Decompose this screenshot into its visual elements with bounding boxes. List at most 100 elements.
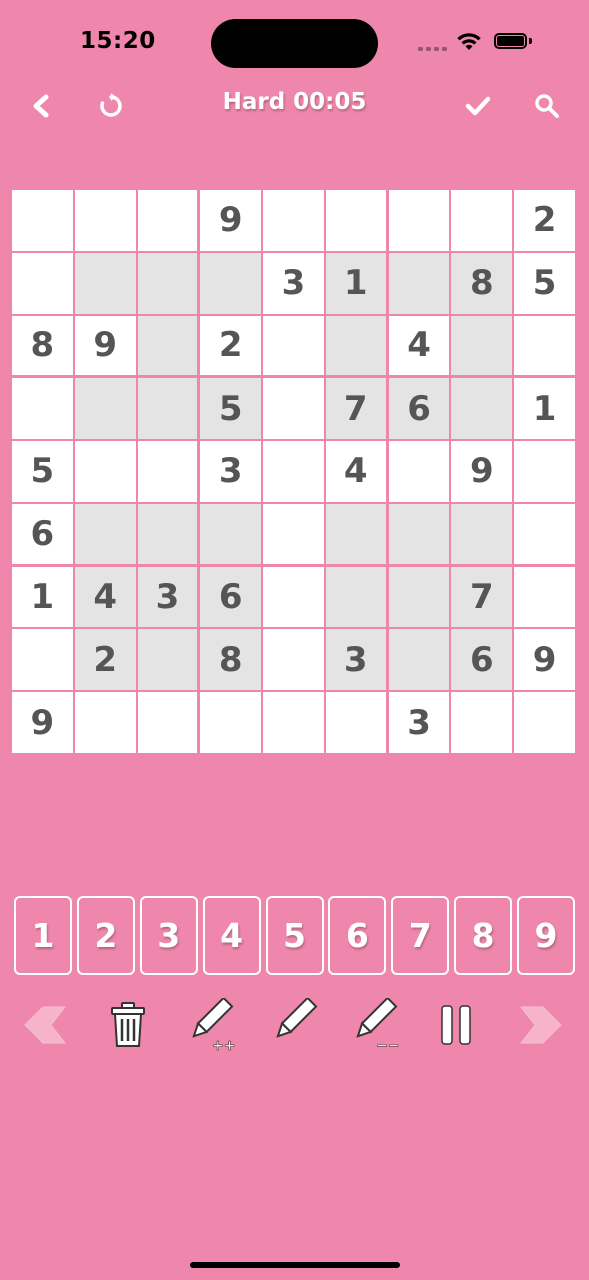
- number-key-2[interactable]: 2: [76, 896, 135, 975]
- board-cell-r3c1[interactable]: 8: [12, 315, 73, 376]
- board-cell-r8c4[interactable]: 8: [200, 629, 262, 691]
- board-cell-r7c2[interactable]: 4: [74, 566, 136, 628]
- search-button[interactable]: [529, 88, 565, 124]
- board-cell-r2c4[interactable]: [200, 252, 262, 314]
- board-cell-r1c8[interactable]: [451, 190, 513, 251]
- board-cell-r1c7[interactable]: [388, 190, 450, 251]
- board-cell-r1c5[interactable]: [263, 190, 324, 251]
- board-cell-r4c8[interactable]: [451, 378, 513, 440]
- board-cell-r5c6[interactable]: 4: [325, 441, 386, 502]
- board-cell-r2c1[interactable]: [12, 252, 73, 314]
- home-indicator[interactable]: [190, 1262, 400, 1268]
- board-cell-r6c1[interactable]: 6: [12, 503, 73, 564]
- undo-button[interactable]: [18, 996, 76, 1054]
- board-cell-r8c7[interactable]: [388, 629, 450, 691]
- board-cell-r2c8[interactable]: 8: [451, 252, 513, 314]
- board-cell-r4c9[interactable]: 1: [514, 378, 575, 440]
- board-cell-r1c3[interactable]: [137, 190, 198, 251]
- board-cell-r9c2[interactable]: [74, 692, 136, 753]
- board-cell-r8c1[interactable]: [12, 629, 73, 691]
- number-key-9[interactable]: 9: [517, 896, 575, 975]
- board-cell-r8c3[interactable]: [137, 629, 198, 691]
- board-cell-r2c7[interactable]: [388, 252, 450, 314]
- board-cell-r4c2[interactable]: [74, 378, 136, 440]
- board-cell-r1c2[interactable]: [74, 190, 136, 251]
- restart-button[interactable]: [93, 88, 129, 124]
- board-cell-r6c6[interactable]: [325, 503, 386, 564]
- board-cell-r8c9[interactable]: 9: [514, 629, 575, 691]
- number-key-1[interactable]: 1: [14, 896, 72, 975]
- board-cell-r4c5[interactable]: [263, 378, 324, 440]
- board-cell-r7c5[interactable]: [263, 566, 324, 628]
- board-cell-r5c9[interactable]: [514, 441, 575, 502]
- board-cell-r4c6[interactable]: 7: [325, 378, 386, 440]
- board-cell-r7c1[interactable]: 1: [12, 566, 73, 628]
- board-cell-r6c3[interactable]: [137, 503, 198, 564]
- board-cell-r5c8[interactable]: 9: [451, 441, 513, 502]
- board-cell-r7c6[interactable]: [325, 566, 386, 628]
- board-cell-r3c6[interactable]: [325, 315, 386, 376]
- board-cell-r7c9[interactable]: [514, 566, 575, 628]
- number-key-8[interactable]: 8: [454, 896, 513, 975]
- board-cell-r3c2[interactable]: 9: [74, 315, 136, 376]
- board-cell-r7c7[interactable]: [388, 566, 450, 628]
- board-cell-r1c9[interactable]: 2: [514, 190, 575, 251]
- board-cell-r3c3[interactable]: [137, 315, 198, 376]
- board-cell-r9c3[interactable]: [137, 692, 198, 753]
- board-cell-r9c4[interactable]: [200, 692, 262, 753]
- board-cell-r8c8[interactable]: 6: [451, 629, 513, 691]
- board-cell-r6c8[interactable]: [451, 503, 513, 564]
- number-key-3[interactable]: 3: [139, 896, 198, 975]
- board-cell-r5c7[interactable]: [388, 441, 450, 502]
- board-cell-r8c5[interactable]: [263, 629, 324, 691]
- board-cell-r6c4[interactable]: [200, 503, 262, 564]
- board-cell-r5c5[interactable]: [263, 441, 324, 502]
- board-cell-r3c4[interactable]: 2: [200, 315, 262, 376]
- board-cell-r5c1[interactable]: 5: [12, 441, 73, 502]
- board-cell-r3c5[interactable]: [263, 315, 324, 376]
- board-cell-r9c5[interactable]: [263, 692, 324, 753]
- board-cell-r8c6[interactable]: 3: [325, 629, 386, 691]
- board-cell-r2c9[interactable]: 5: [514, 252, 575, 314]
- erase-button[interactable]: [99, 996, 157, 1054]
- board-cell-r6c2[interactable]: [74, 503, 136, 564]
- number-key-7[interactable]: 7: [391, 896, 450, 975]
- board-cell-r1c4[interactable]: 9: [200, 190, 262, 251]
- board-cell-r3c7[interactable]: 4: [388, 315, 450, 376]
- board-cell-r9c7[interactable]: 3: [388, 692, 450, 753]
- board-cell-r3c8[interactable]: [451, 315, 513, 376]
- board-cell-r3c9[interactable]: [514, 315, 575, 376]
- board-cell-r9c6[interactable]: [325, 692, 386, 753]
- board-cell-r4c1[interactable]: [12, 378, 73, 440]
- board-cell-r8c2[interactable]: 2: [74, 629, 136, 691]
- number-key-5[interactable]: 5: [265, 896, 324, 975]
- board-cell-r4c4[interactable]: 5: [200, 378, 262, 440]
- board-cell-r6c7[interactable]: [388, 503, 450, 564]
- board-cell-r5c2[interactable]: [74, 441, 136, 502]
- board-cell-r4c3[interactable]: [137, 378, 198, 440]
- number-key-4[interactable]: 4: [202, 896, 261, 975]
- board-cell-r2c6[interactable]: 1: [325, 252, 386, 314]
- redo-button[interactable]: [510, 996, 568, 1054]
- pencil-button[interactable]: [263, 996, 321, 1054]
- board-cell-r2c5[interactable]: 3: [263, 252, 324, 314]
- board-cell-r7c3[interactable]: 3: [137, 566, 198, 628]
- board-cell-r9c8[interactable]: [451, 692, 513, 753]
- board-cell-r9c1[interactable]: 9: [12, 692, 73, 753]
- board-cell-r2c2[interactable]: [74, 252, 136, 314]
- pause-button[interactable]: [427, 996, 485, 1054]
- board-cell-r9c9[interactable]: [514, 692, 575, 753]
- board-cell-r6c9[interactable]: [514, 503, 575, 564]
- add-notes-button[interactable]: ++: [182, 996, 240, 1054]
- back-button[interactable]: [24, 88, 60, 124]
- board-cell-r1c1[interactable]: [12, 190, 73, 251]
- remove-notes-button[interactable]: −−: [346, 996, 404, 1054]
- board-cell-r1c6[interactable]: [325, 190, 386, 251]
- board-cell-r6c5[interactable]: [263, 503, 324, 564]
- board-cell-r5c4[interactable]: 3: [200, 441, 262, 502]
- board-cell-r4c7[interactable]: 6: [388, 378, 450, 440]
- number-key-6[interactable]: 6: [328, 896, 387, 975]
- board-cell-r7c4[interactable]: 6: [200, 566, 262, 628]
- board-cell-r7c8[interactable]: 7: [451, 566, 513, 628]
- board-cell-r5c3[interactable]: [137, 441, 198, 502]
